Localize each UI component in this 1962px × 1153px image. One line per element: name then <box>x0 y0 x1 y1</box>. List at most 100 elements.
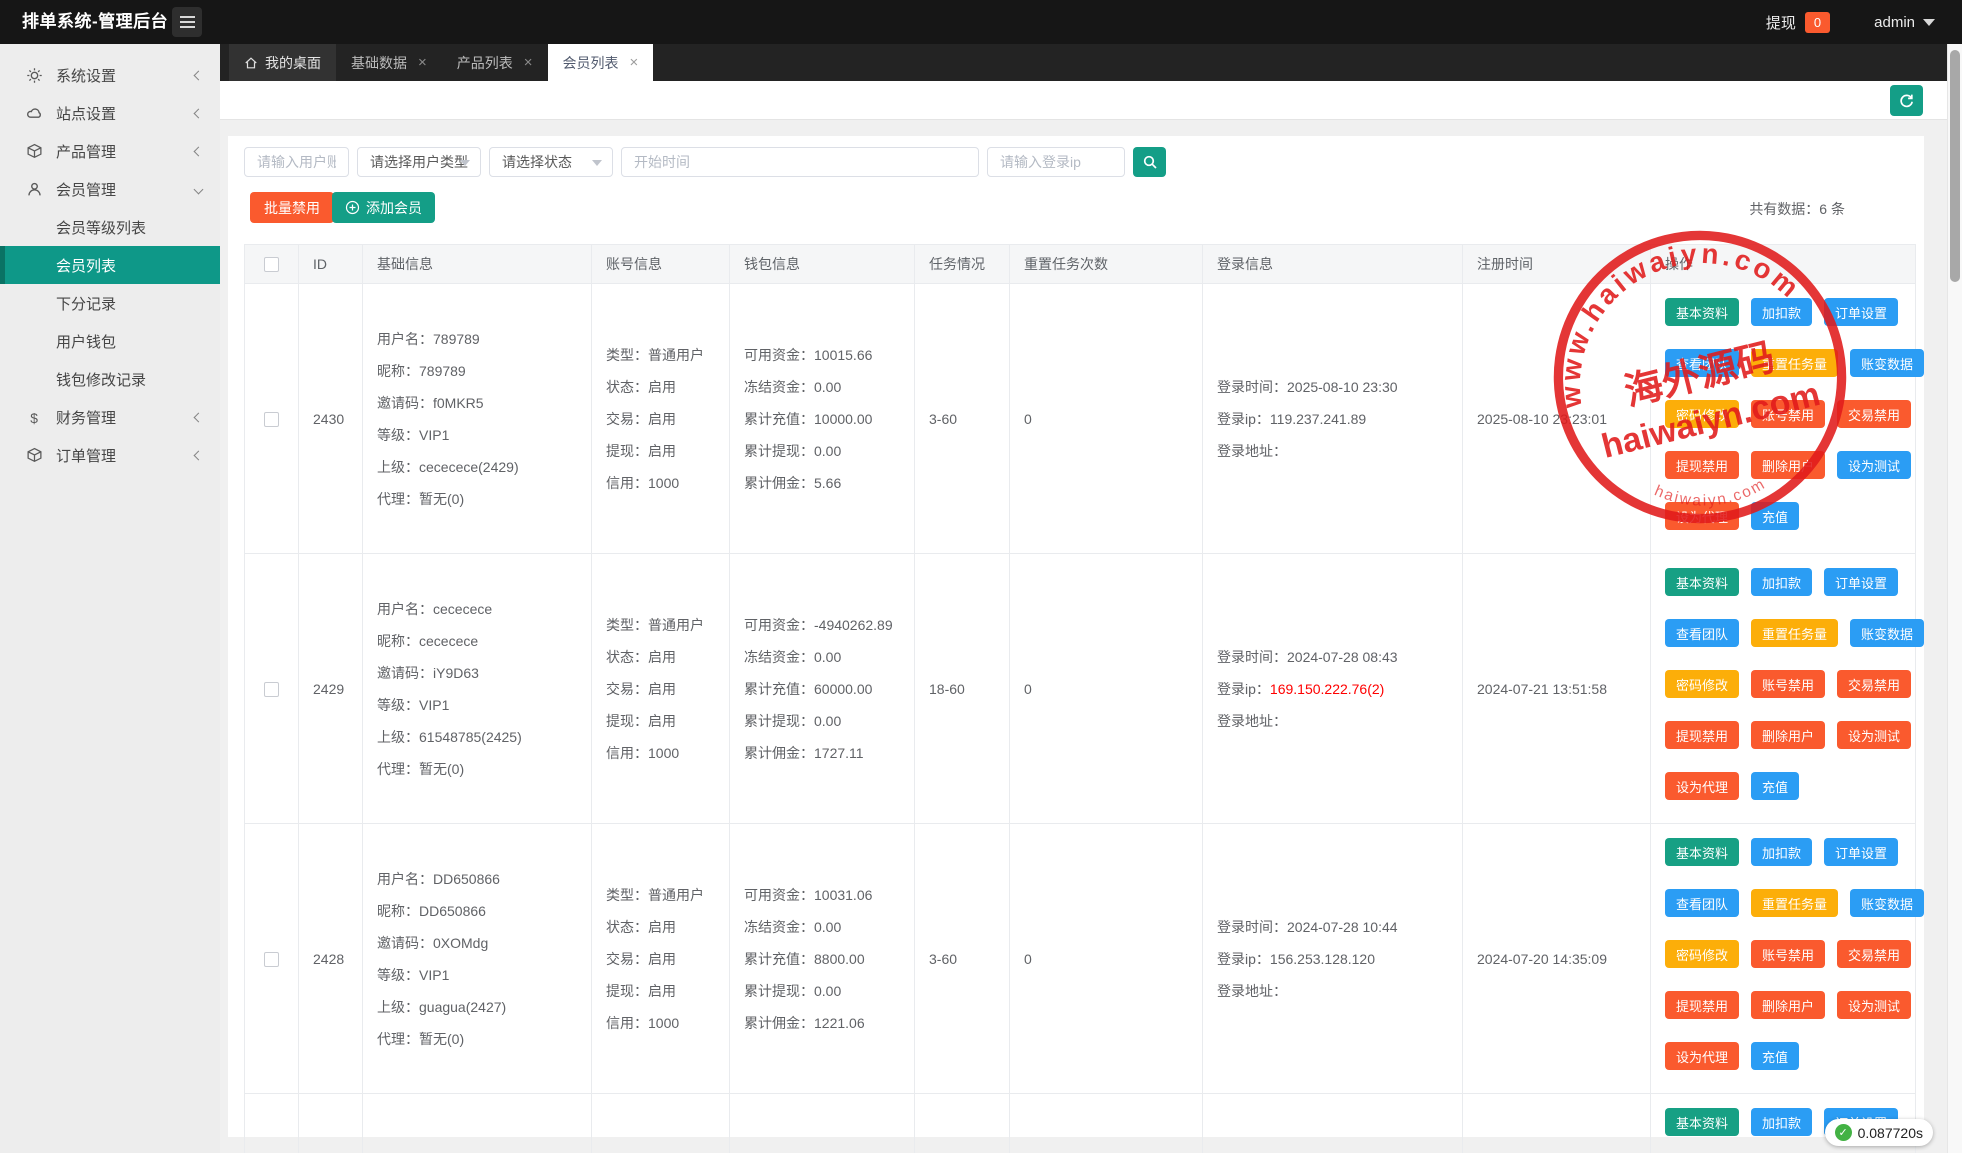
tab-my-desktop[interactable]: 我的桌面 <box>229 44 336 81</box>
action-order-settings[interactable]: 订单设置 <box>1824 298 1898 326</box>
sidebar-item-user-wallet[interactable]: 用户钱包 <box>0 322 220 360</box>
cube-icon <box>26 143 43 160</box>
refresh-button[interactable] <box>1890 85 1923 116</box>
row-checkbox[interactable] <box>264 412 279 427</box>
action-reset-task[interactable]: 重置任务量 <box>1751 349 1838 377</box>
login-address-line: 登录地址： <box>1217 435 1462 467</box>
info-line: 代理：暂无(0) <box>377 753 591 785</box>
action-delete-user[interactable]: 删除用户 <box>1751 721 1825 749</box>
user-icon <box>26 181 43 198</box>
search-button[interactable] <box>1133 147 1166 177</box>
action-basic-info[interactable]: 基本资料 <box>1665 838 1739 866</box>
action-adjust-funds[interactable]: 加扣款 <box>1751 298 1812 326</box>
action-adjust-funds[interactable]: 加扣款 <box>1751 568 1812 596</box>
action-recharge[interactable]: 充值 <box>1751 772 1799 800</box>
sidebar-subitem-label: 钱包修改记录 <box>56 369 146 390</box>
close-icon[interactable]: × <box>630 54 639 71</box>
sidebar-item-order-management[interactable]: 订单管理 <box>0 436 220 474</box>
add-member-button[interactable]: 添加会员 <box>332 192 435 223</box>
action-set-test[interactable]: 设为测试 <box>1837 991 1911 1019</box>
sidebar-item-member-list[interactable]: 会员列表 <box>0 246 220 284</box>
sidebar-toggle-button[interactable] <box>172 7 202 37</box>
row-checkbox[interactable] <box>264 952 279 967</box>
action-balance-log[interactable]: 账变数据 <box>1850 619 1924 647</box>
action-disable-withdraw[interactable]: 提现禁用 <box>1665 451 1739 479</box>
wallet-info-cell: 可用资金：-4940262.89冻结资金：0.00累计充值：60000.00累计… <box>730 554 915 824</box>
action-adjust-funds[interactable]: 加扣款 <box>1751 838 1812 866</box>
action-button-row: 提现禁用删除用户设为测试 <box>1665 991 1915 1019</box>
action-set-agent[interactable]: 设为代理 <box>1665 772 1739 800</box>
action-disable-account[interactable]: 账号禁用 <box>1751 940 1825 968</box>
action-view-team[interactable]: 查看团队 <box>1665 889 1739 917</box>
tab-product-list[interactable]: 产品列表 × <box>442 44 548 81</box>
action-recharge[interactable]: 充值 <box>1751 1042 1799 1070</box>
action-set-test[interactable]: 设为测试 <box>1837 451 1911 479</box>
action-basic-info[interactable]: 基本资料 <box>1665 298 1739 326</box>
row-checkbox[interactable] <box>264 682 279 697</box>
action-balance-log[interactable]: 账变数据 <box>1850 889 1924 917</box>
action-set-test[interactable]: 设为测试 <box>1837 721 1911 749</box>
account-info-cell: 类型：普通用户状态：启用交易：启用提现：启用信用：1000 <box>592 824 730 1094</box>
action-disable-withdraw[interactable]: 提现禁用 <box>1665 721 1739 749</box>
sidebar-item-finance-management[interactable]: $ 财务管理 <box>0 398 220 436</box>
base-info-cell: 用户名：guagua昵称：guagua <box>363 1094 592 1153</box>
login-ip-line: 登录ip：156.253.128.120 <box>1217 943 1462 975</box>
action-balance-log[interactable]: 账变数据 <box>1850 349 1924 377</box>
close-icon[interactable]: × <box>524 54 533 71</box>
action-order-settings[interactable]: 订单设置 <box>1824 568 1898 596</box>
login-info-cell: 登录时间：2024-07-28 10:41:49 <box>1203 1094 1463 1153</box>
info-line: 昵称：789789 <box>377 355 591 387</box>
start-time-input[interactable] <box>621 147 979 177</box>
action-view-team[interactable]: 查看团队 <box>1665 349 1739 377</box>
action-reset-task[interactable]: 重置任务量 <box>1751 889 1838 917</box>
scrollbar-thumb[interactable] <box>1950 50 1960 282</box>
action-disable-account[interactable]: 账号禁用 <box>1751 400 1825 428</box>
action-recharge[interactable]: 充值 <box>1751 502 1799 530</box>
tab-member-list[interactable]: 会员列表 × <box>548 44 654 81</box>
status-select-input[interactable] <box>489 147 613 177</box>
sidebar-item-wallet-change-records[interactable]: 钱包修改记录 <box>0 360 220 398</box>
action-change-password[interactable]: 密码修改 <box>1665 940 1739 968</box>
action-disable-trade[interactable]: 交易禁用 <box>1837 400 1911 428</box>
action-view-team[interactable]: 查看团队 <box>1665 619 1739 647</box>
select-all-checkbox[interactable] <box>264 257 279 272</box>
column-header-wallet-info: 钱包信息 <box>730 245 915 284</box>
status-select[interactable] <box>489 147 613 177</box>
action-order-settings[interactable]: 订单设置 <box>1824 838 1898 866</box>
action-delete-user[interactable]: 删除用户 <box>1751 451 1825 479</box>
info-line: 类型：普通用户 <box>606 609 729 641</box>
account-input[interactable] <box>244 147 349 177</box>
column-header-actions: 操作 <box>1651 245 1916 284</box>
user-type-select[interactable] <box>357 147 481 177</box>
action-change-password[interactable]: 密码修改 <box>1665 670 1739 698</box>
user-type-select-input[interactable] <box>357 147 481 177</box>
close-icon[interactable]: × <box>418 54 427 71</box>
action-reset-task[interactable]: 重置任务量 <box>1751 619 1838 647</box>
action-disable-trade[interactable]: 交易禁用 <box>1837 670 1911 698</box>
action-set-agent[interactable]: 设为代理 <box>1665 502 1739 530</box>
info-line: 提现：启用 <box>606 705 729 737</box>
login-ip-line: 登录ip：169.150.222.76(2) <box>1217 673 1462 705</box>
action-change-password[interactable]: 密码修改 <box>1665 400 1739 428</box>
sidebar-item-member-level-list[interactable]: 会员等级列表 <box>0 208 220 246</box>
action-basic-info[interactable]: 基本资料 <box>1665 1108 1739 1136</box>
login-ip-input[interactable] <box>987 147 1125 177</box>
sidebar-item-system-settings[interactable]: 系统设置 <box>0 56 220 94</box>
action-disable-trade[interactable]: 交易禁用 <box>1837 940 1911 968</box>
action-adjust-funds[interactable]: 加扣款 <box>1751 1108 1812 1136</box>
action-basic-info[interactable]: 基本资料 <box>1665 568 1739 596</box>
tab-basic-data[interactable]: 基础数据 × <box>336 44 442 81</box>
sidebar-item-member-management[interactable]: 会员管理 <box>0 170 220 208</box>
sidebar-item-product-management[interactable]: 产品管理 <box>0 132 220 170</box>
withdraw-link[interactable]: 提现 <box>1766 12 1796 33</box>
batch-disable-button[interactable]: 批量禁用 <box>250 192 334 223</box>
action-set-agent[interactable]: 设为代理 <box>1665 1042 1739 1070</box>
action-delete-user[interactable]: 删除用户 <box>1751 991 1825 1019</box>
action-disable-withdraw[interactable]: 提现禁用 <box>1665 991 1739 1019</box>
scrollbar-track[interactable] <box>1947 44 1962 1153</box>
user-menu[interactable]: admin <box>1874 14 1935 31</box>
action-disable-account[interactable]: 账号禁用 <box>1751 670 1825 698</box>
sidebar-item-site-settings[interactable]: 站点设置 <box>0 94 220 132</box>
info-line: 冻结资金：0.00 <box>744 641 914 673</box>
sidebar-item-downscore-records[interactable]: 下分记录 <box>0 284 220 322</box>
